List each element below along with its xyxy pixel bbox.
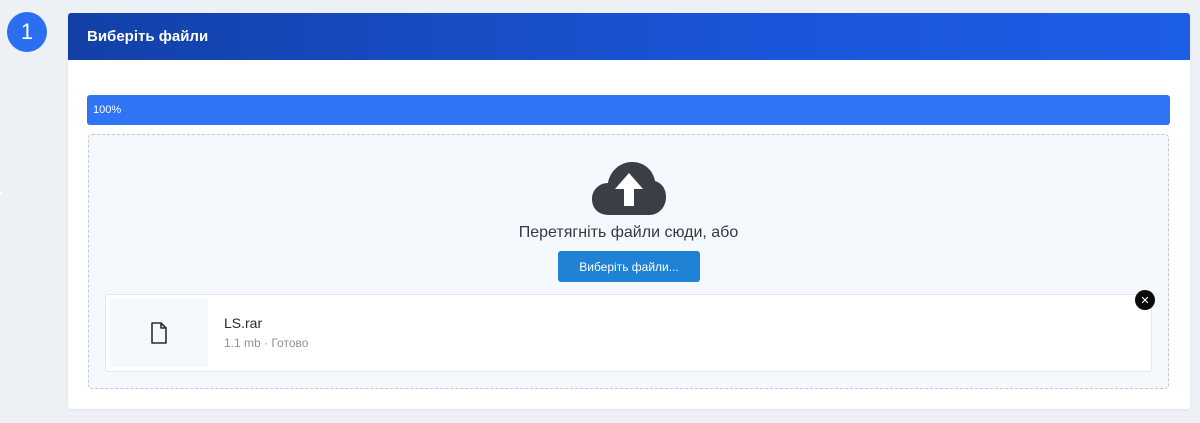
drop-prompt: Перетягніть файли сюди, або (518, 224, 739, 241)
step-number-badge: 1 (7, 12, 47, 52)
upload-progress-bar: 100% (87, 95, 1170, 125)
cloud-upload-icon (592, 162, 666, 215)
file-meta: 1.1 mb · Готово (224, 336, 309, 350)
remove-file-button[interactable]: ✕ (1135, 290, 1155, 310)
panel-header: Виберіть файли (68, 13, 1190, 60)
progress-label: 100% (93, 104, 122, 116)
file-thumbnail (110, 299, 208, 367)
panel-title: Виберіть файли (87, 28, 209, 45)
file-select-panel: Виберіть файли 100% Перетягніть файли сю… (68, 13, 1190, 409)
browse-files-button[interactable]: Виберіть файли... (558, 251, 700, 282)
side-marker (0, 192, 2, 195)
file-icon (151, 322, 167, 344)
uploaded-file-item: LS.rar 1.1 mb · Готово (105, 294, 1152, 372)
file-name: LS.rar (224, 315, 263, 331)
close-icon: ✕ (1140, 293, 1150, 307)
step-number: 1 (20, 19, 34, 44)
file-dropzone[interactable]: Перетягніть файли сюди, або Виберіть фай… (88, 134, 1169, 389)
